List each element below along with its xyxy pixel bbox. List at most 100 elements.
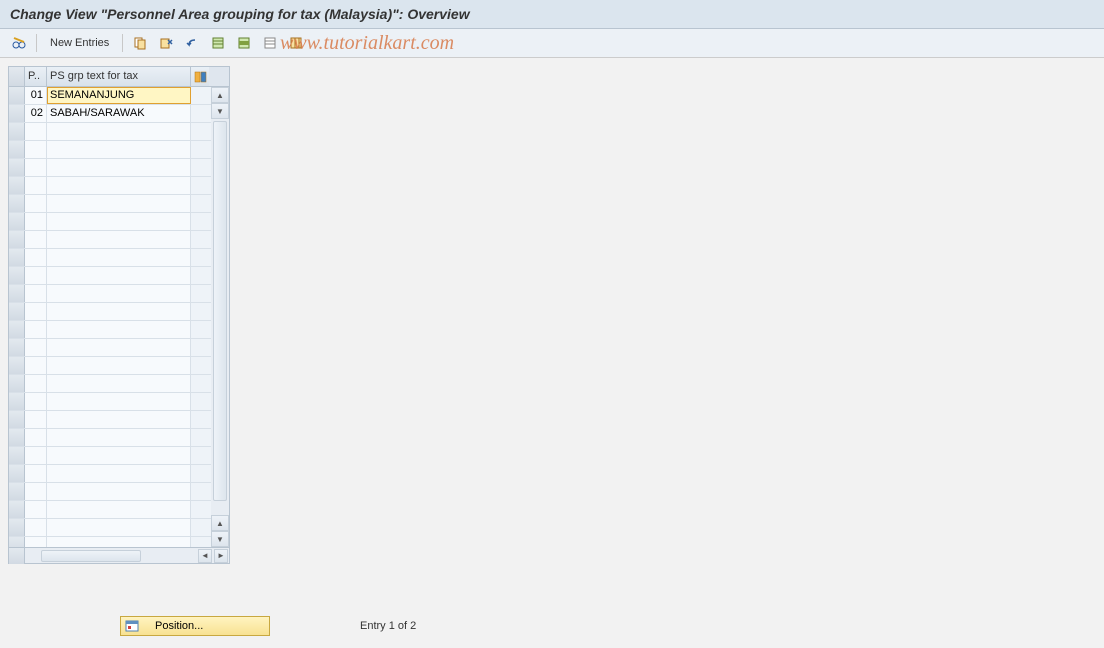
delete-button[interactable] bbox=[155, 33, 177, 53]
table-row[interactable] bbox=[9, 195, 229, 213]
row-select[interactable] bbox=[9, 537, 25, 547]
table-row[interactable] bbox=[9, 447, 229, 465]
table-row[interactable] bbox=[9, 213, 229, 231]
table-row[interactable] bbox=[9, 141, 229, 159]
cell-p[interactable] bbox=[25, 375, 47, 392]
cell-text[interactable] bbox=[47, 141, 191, 158]
cell-text[interactable] bbox=[47, 159, 191, 176]
cell-p[interactable] bbox=[25, 411, 47, 428]
row-select[interactable] bbox=[9, 213, 25, 230]
cell-p[interactable] bbox=[25, 501, 47, 518]
cell-p[interactable] bbox=[25, 393, 47, 410]
table-row[interactable]: 01SEMANANJUNG bbox=[9, 87, 229, 105]
cell-p[interactable] bbox=[25, 141, 47, 158]
vscroll-up-button-2[interactable]: ▲ bbox=[211, 515, 229, 531]
cell-text[interactable] bbox=[47, 411, 191, 428]
cell-p[interactable] bbox=[25, 213, 47, 230]
table-row[interactable] bbox=[9, 465, 229, 483]
cell-p[interactable] bbox=[25, 231, 47, 248]
vscroll-down-button-2[interactable]: ▼ bbox=[211, 531, 229, 547]
cell-text[interactable] bbox=[47, 195, 191, 212]
header-p[interactable]: P.. bbox=[25, 67, 47, 86]
cell-text[interactable] bbox=[47, 465, 191, 482]
cell-p[interactable] bbox=[25, 267, 47, 284]
cell-p[interactable] bbox=[25, 195, 47, 212]
toggle-button[interactable] bbox=[8, 33, 30, 53]
cell-p[interactable] bbox=[25, 159, 47, 176]
cell-text[interactable] bbox=[47, 537, 191, 547]
row-select[interactable] bbox=[9, 375, 25, 392]
row-select[interactable] bbox=[9, 285, 25, 302]
cell-text[interactable] bbox=[47, 375, 191, 392]
hscroll-right-button[interactable]: ► bbox=[214, 549, 228, 563]
cell-text[interactable] bbox=[47, 483, 191, 500]
cell-text[interactable] bbox=[47, 249, 191, 266]
cell-p[interactable] bbox=[25, 447, 47, 464]
cell-p[interactable]: 01 bbox=[25, 87, 47, 104]
table-row[interactable] bbox=[9, 375, 229, 393]
row-select[interactable] bbox=[9, 177, 25, 194]
select-block-button[interactable] bbox=[233, 33, 255, 53]
cell-p[interactable] bbox=[25, 339, 47, 356]
table-row[interactable] bbox=[9, 519, 229, 537]
table-row[interactable] bbox=[9, 411, 229, 429]
table-row[interactable] bbox=[9, 231, 229, 249]
row-select[interactable] bbox=[9, 249, 25, 266]
cell-p[interactable]: 02 bbox=[25, 105, 47, 122]
row-select[interactable] bbox=[9, 393, 25, 410]
cell-text[interactable] bbox=[47, 447, 191, 464]
cell-text[interactable] bbox=[47, 303, 191, 320]
cell-text[interactable] bbox=[47, 357, 191, 374]
table-row[interactable] bbox=[9, 177, 229, 195]
header-config[interactable] bbox=[191, 67, 209, 86]
new-entries-button[interactable]: New Entries bbox=[43, 33, 116, 53]
cell-text[interactable] bbox=[47, 519, 191, 536]
table-row[interactable] bbox=[9, 483, 229, 501]
config-button[interactable] bbox=[285, 33, 307, 53]
row-select[interactable] bbox=[9, 321, 25, 338]
cell-p[interactable] bbox=[25, 321, 47, 338]
table-row[interactable] bbox=[9, 357, 229, 375]
table-row[interactable] bbox=[9, 123, 229, 141]
cell-p[interactable] bbox=[25, 123, 47, 140]
cell-text[interactable] bbox=[47, 267, 191, 284]
vscroll-thumb[interactable] bbox=[213, 121, 227, 501]
row-select[interactable] bbox=[9, 501, 25, 518]
table-row[interactable] bbox=[9, 501, 229, 519]
hscroll-track[interactable] bbox=[41, 549, 167, 563]
cell-p[interactable] bbox=[25, 537, 47, 547]
position-button[interactable]: Position... bbox=[120, 616, 270, 636]
undo-button[interactable] bbox=[181, 33, 203, 53]
table-row[interactable] bbox=[9, 393, 229, 411]
header-text[interactable]: PS grp text for tax bbox=[47, 67, 191, 86]
cell-text[interactable]: SABAH/SARAWAK bbox=[47, 105, 191, 122]
row-select[interactable] bbox=[9, 123, 25, 140]
cell-text[interactable] bbox=[47, 321, 191, 338]
cell-text[interactable] bbox=[47, 213, 191, 230]
cell-text[interactable] bbox=[47, 231, 191, 248]
table-row[interactable] bbox=[9, 159, 229, 177]
table-row[interactable] bbox=[9, 249, 229, 267]
cell-p[interactable] bbox=[25, 429, 47, 446]
cell-p[interactable] bbox=[25, 303, 47, 320]
header-select[interactable] bbox=[9, 67, 25, 86]
cell-p[interactable] bbox=[25, 519, 47, 536]
cell-text[interactable] bbox=[47, 123, 191, 140]
table-row[interactable]: 02SABAH/SARAWAK bbox=[9, 105, 229, 123]
row-select[interactable] bbox=[9, 141, 25, 158]
cell-p[interactable] bbox=[25, 483, 47, 500]
select-all-button[interactable] bbox=[207, 33, 229, 53]
table-row[interactable] bbox=[9, 285, 229, 303]
deselect-all-button[interactable] bbox=[259, 33, 281, 53]
hscroll-left-button[interactable]: ◄ bbox=[198, 549, 212, 563]
table-row[interactable] bbox=[9, 321, 229, 339]
row-select[interactable] bbox=[9, 87, 25, 104]
row-select[interactable] bbox=[9, 465, 25, 482]
cell-text[interactable]: SEMANANJUNG bbox=[47, 87, 191, 104]
row-select[interactable] bbox=[9, 429, 25, 446]
table-row[interactable] bbox=[9, 537, 229, 547]
cell-text[interactable] bbox=[47, 285, 191, 302]
cell-text[interactable] bbox=[47, 393, 191, 410]
cell-p[interactable] bbox=[25, 177, 47, 194]
hscroll-thumb[interactable] bbox=[41, 550, 141, 562]
